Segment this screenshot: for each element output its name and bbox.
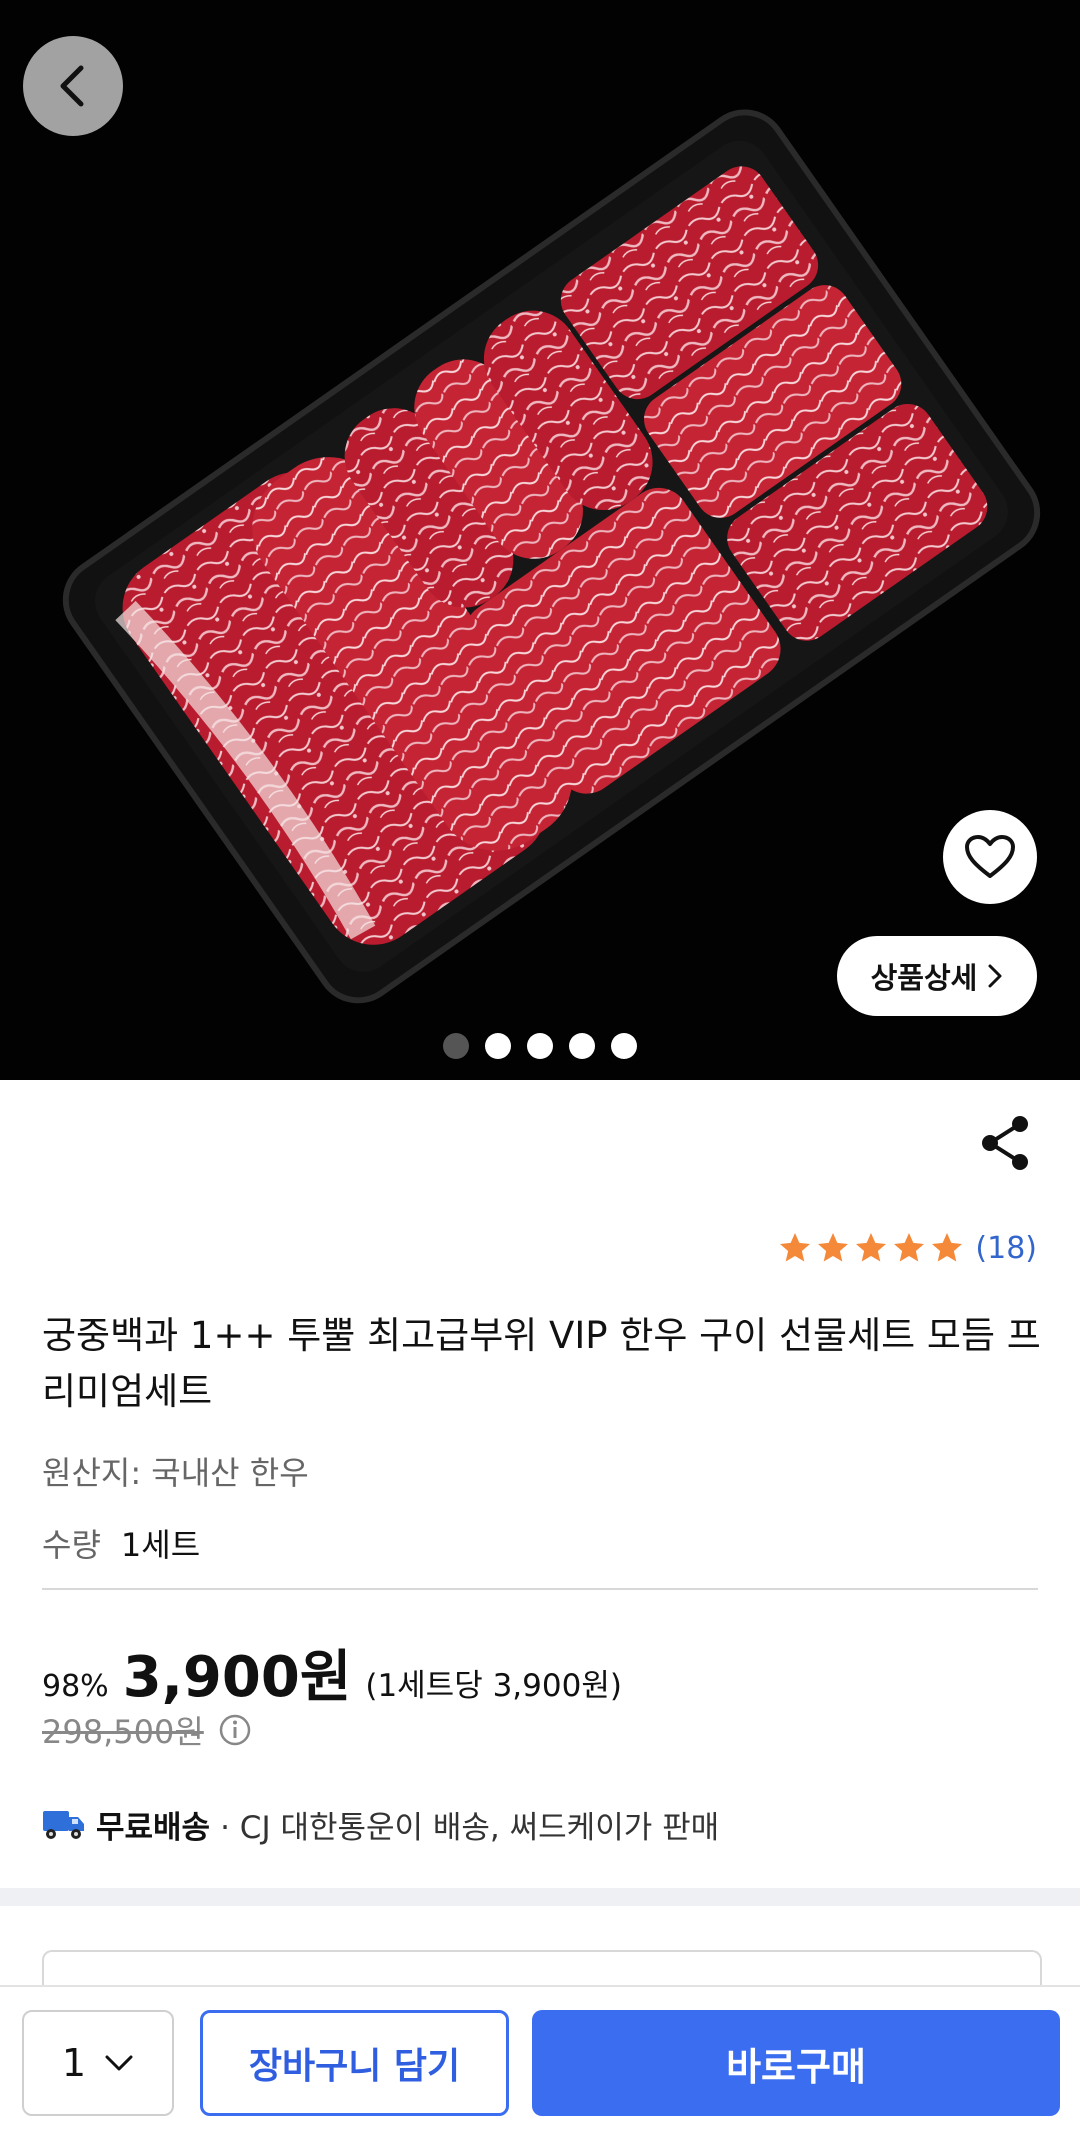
quantity-value: 1세트 — [120, 1526, 201, 1564]
divider — [42, 1588, 1038, 1590]
product-title: 궁중백과 1++ 투뿔 최고급부위 VIP 한우 구이 선물세트 모듬 프리미엄… — [42, 1314, 1041, 1413]
heart-icon — [965, 835, 1015, 878]
quantity-select-value: 1 — [61, 2041, 87, 2085]
origin-text: 원산지: 국내산 한우 — [42, 1454, 309, 1492]
truck-icon — [43, 1811, 84, 1839]
sale-price: 3,900원 — [122, 1645, 352, 1710]
shipping-description: · CJ 대한통운이 배송, 써드케이가 판매 — [220, 1809, 720, 1846]
discount-rate: 98% — [42, 1669, 109, 1704]
quantity-select[interactable]: 1 — [22, 2010, 174, 2116]
info-icon[interactable] — [218, 1713, 252, 1747]
carousel-indicator — [0, 1033, 1080, 1061]
carousel-dot[interactable] — [527, 1033, 553, 1059]
shipping-info: 무료배송 · CJ 대한통운이 배송, 써드케이가 판매 — [42, 1800, 719, 1848]
review-count[interactable]: (18) — [975, 1231, 1037, 1266]
product-image-carousel[interactable]: 상품상세 — [0, 0, 1080, 1080]
product-detail-label: 상품상세 — [870, 961, 978, 995]
star-icon — [932, 1233, 963, 1262]
star-icon — [818, 1233, 849, 1262]
back-button[interactable] — [23, 36, 123, 136]
carousel-dot[interactable] — [485, 1033, 511, 1059]
rating[interactable]: (18) — [777, 1228, 1037, 1268]
star-icon — [856, 1233, 887, 1262]
quantity-label: 수량 — [42, 1526, 101, 1564]
carousel-dot[interactable] — [611, 1033, 637, 1059]
section-separator — [0, 1888, 1080, 1906]
carousel-dot[interactable] — [443, 1033, 469, 1059]
original-price-row: 298,500원 — [42, 1708, 252, 1752]
carousel-dot[interactable] — [569, 1033, 595, 1059]
bottom-action-bar: 1 장바구니 담기 바로구매 — [0, 1985, 1080, 2144]
unit-price: (1세트당 3,900원) — [365, 1668, 622, 1704]
chevron-down-icon — [105, 2055, 133, 2071]
chevron-left-icon — [60, 65, 84, 107]
star-icon — [894, 1233, 925, 1262]
chevron-right-icon — [988, 964, 1002, 988]
free-shipping-label: 무료배송 — [96, 1809, 211, 1846]
product-image — [62, 109, 1041, 1004]
buy-now-button[interactable]: 바로구매 — [532, 2010, 1060, 2116]
quantity-info: 수량 1세트 — [42, 1520, 200, 1566]
price-row: 98% 3,900원 (1세트당 3,900원) — [42, 1632, 622, 1710]
wishlist-button[interactable] — [943, 810, 1037, 904]
add-to-cart-button[interactable]: 장바구니 담기 — [200, 2010, 509, 2116]
star-icon — [780, 1233, 811, 1262]
share-icon[interactable] — [980, 1115, 1030, 1171]
original-price: 298,500원 — [42, 1713, 204, 1751]
product-detail-button[interactable]: 상품상세 — [837, 936, 1037, 1016]
